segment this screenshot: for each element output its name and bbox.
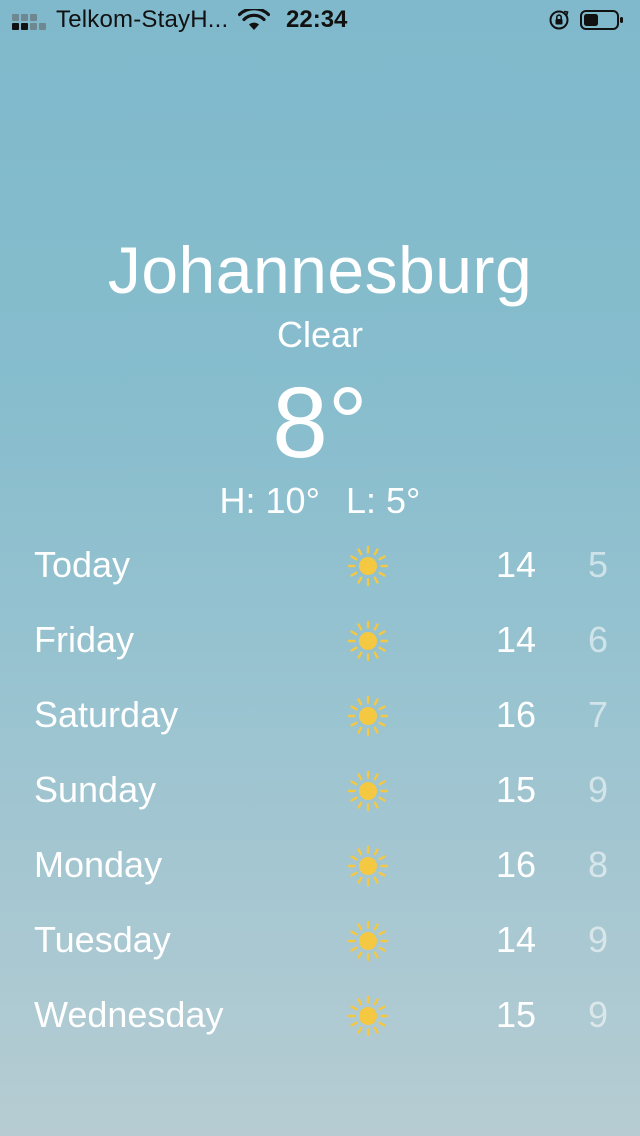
carrier-name: Telkom-StayH... [56, 6, 229, 33]
sun-icon [347, 695, 389, 737]
signal-icon [12, 14, 48, 30]
forecast-row: Saturday 16 7 [0, 678, 640, 753]
forecast-high: 14 [495, 544, 536, 585]
forecast-day: Saturday [34, 694, 179, 735]
forecast-day: Tuesday [34, 919, 171, 960]
forecast-low: 7 [587, 694, 608, 735]
forecast-row: Monday 16 8 [0, 828, 640, 903]
sun-icon [347, 770, 389, 812]
forecast-high: 15 [495, 769, 536, 810]
orientation-lock-icon [549, 10, 569, 30]
forecast-row: Today 14 5 [0, 528, 640, 603]
sun-icon [347, 845, 389, 887]
wifi-icon [238, 9, 270, 30]
sun-icon [347, 920, 389, 962]
forecast-day: Today [34, 544, 131, 585]
high-low-temperature: H: 10° L: 5° [0, 480, 640, 522]
forecast-row: Tuesday 14 9 [0, 903, 640, 978]
forecast-row: Friday 14 6 [0, 603, 640, 678]
forecast-low: 9 [587, 994, 608, 1035]
forecast-day: Monday [34, 844, 163, 885]
forecast-high: 15 [495, 994, 536, 1035]
forecast-high: 14 [495, 919, 536, 960]
forecast-low: 9 [587, 769, 608, 810]
sun-icon [347, 545, 389, 587]
forecast-row: Sunday 15 9 [0, 753, 640, 828]
forecast-high: 14 [495, 619, 536, 660]
forecast-high: 16 [495, 844, 536, 885]
daily-forecast-list: Today 14 5 Friday 14 6 Saturday 16 7 Sun… [0, 528, 640, 1053]
sun-icon [347, 620, 389, 662]
weather-condition: Clear [276, 314, 364, 355]
forecast-day: Sunday [34, 769, 157, 810]
current-temperature: 8° [272, 367, 368, 479]
forecast-day: Wednesday [34, 994, 224, 1035]
battery-icon [580, 10, 623, 30]
status-bar: Telkom-StayH... 22:34 [0, 0, 640, 40]
forecast-low: 8 [587, 844, 608, 885]
forecast-low: 9 [587, 919, 608, 960]
forecast-low: 5 [587, 544, 608, 585]
clock-time: 22:34 [286, 6, 348, 33]
high-temperature: H: 10° [219, 480, 320, 521]
city-name: Johannesburg [107, 233, 533, 307]
forecast-day: Friday [34, 619, 135, 660]
low-temperature: L: 5° [346, 480, 421, 521]
forecast-row: Wednesday 15 9 [0, 978, 640, 1053]
forecast-low: 6 [587, 619, 608, 660]
forecast-high: 16 [495, 694, 536, 735]
sun-icon [347, 995, 389, 1037]
